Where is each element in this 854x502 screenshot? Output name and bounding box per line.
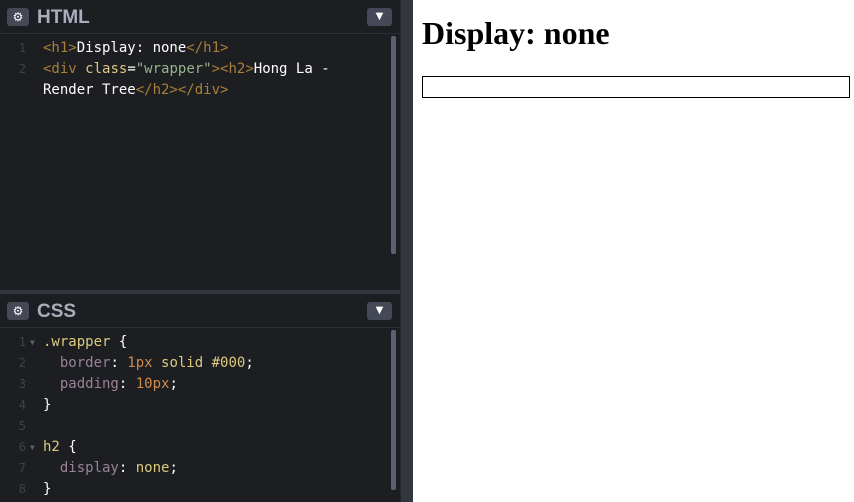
- code-text: h2 {: [43, 437, 77, 458]
- code-token: >: [211, 61, 221, 77]
- code-token: padding: [43, 376, 119, 392]
- line-number: 2: [18, 356, 26, 370]
- code-token: solid #000: [152, 355, 246, 371]
- code-line[interactable]: 2 border: 1px solid #000;: [0, 353, 400, 374]
- chevron-down-icon[interactable]: ▼: [367, 8, 392, 26]
- html-panel-header: ⚙ HTML ▼: [0, 0, 400, 34]
- line-number: 6: [18, 440, 26, 454]
- code-line[interactable]: 2 <div class="wrapper"><h2>Hong La -: [0, 59, 400, 80]
- code-line[interactable]: 1 ▼ .wrapper {: [0, 332, 400, 353]
- result-preview: Display: none: [413, 0, 854, 502]
- code-token: ;: [169, 376, 178, 392]
- code-line[interactable]: 1 <h1>Display: none</h1>: [0, 38, 400, 59]
- gear-icon[interactable]: ⚙: [7, 8, 29, 26]
- code-token: class: [85, 61, 128, 77]
- html-panel-title: HTML: [37, 7, 90, 28]
- code-token: Render Tree: [43, 82, 136, 98]
- line-number: 5: [18, 419, 26, 433]
- code-text: <h1>Display: none</h1>: [43, 38, 228, 59]
- code-line[interactable]: 8}: [0, 479, 400, 500]
- html-code-editor[interactable]: 1 <h1>Display: none</h1> 2 <div class="wrap…: [0, 34, 400, 290]
- code-token: ;: [245, 355, 254, 371]
- code-text: display: none;: [43, 458, 178, 479]
- code-token: =: [127, 61, 136, 77]
- code-text: .wrapper {: [43, 332, 127, 353]
- line-number: 3: [18, 377, 26, 391]
- code-token: <h1>: [43, 40, 77, 56]
- code-token: "wrapper": [135, 61, 212, 77]
- code-token: </h1>: [186, 40, 229, 56]
- chevron-down-icon[interactable]: ▼: [367, 302, 392, 320]
- code-token: {: [110, 334, 128, 350]
- pane-divider[interactable]: [400, 0, 413, 502]
- code-line[interactable]: 4}: [0, 395, 400, 416]
- fold-arrow-icon[interactable]: ▼: [30, 332, 35, 353]
- code-line[interactable]: 3 padding: 10px;: [0, 374, 400, 395]
- code-token: h2: [43, 439, 60, 455]
- code-text: <div class="wrapper"><h2>Hong La -: [43, 59, 330, 80]
- css-panel-title: CSS: [37, 301, 77, 322]
- code-token: }: [43, 397, 52, 413]
- code-line[interactable]: 7 display: none;: [0, 458, 400, 479]
- line-number: 1: [18, 335, 26, 349]
- line-number: 7: [18, 461, 26, 475]
- fold-arrow-icon[interactable]: ▼: [30, 437, 35, 458]
- code-line[interactable]: 5: [0, 416, 400, 437]
- code-token: </h2></div>: [135, 82, 229, 98]
- preview-wrapper-box: [422, 76, 850, 98]
- code-token: }: [43, 481, 52, 497]
- code-token: :: [118, 460, 136, 476]
- gear-icon[interactable]: ⚙: [7, 302, 29, 320]
- code-token: display: [43, 460, 119, 476]
- code-token: {: [59, 439, 77, 455]
- code-text: }: [43, 395, 51, 416]
- code-token: ;: [169, 460, 178, 476]
- code-token: :: [118, 376, 136, 392]
- code-token: <h2>: [220, 61, 254, 77]
- css-code-editor[interactable]: 1 ▼ .wrapper {2 border: 1px solid #000; 3 p…: [0, 328, 400, 502]
- code-text: }: [43, 479, 51, 500]
- line-number: 2: [18, 62, 26, 76]
- code-token: Display: none: [76, 40, 187, 56]
- code-text: border: 1px solid #000;: [43, 353, 254, 374]
- line-number: 8: [18, 482, 26, 496]
- code-token: Hong La -: [253, 61, 330, 77]
- preview-heading: Display: none: [422, 15, 610, 51]
- code-line[interactable]: Render Tree</h2></div>: [0, 80, 400, 101]
- code-token: 10px: [135, 376, 170, 392]
- code-token: <div: [43, 61, 86, 77]
- code-token: :: [110, 355, 128, 371]
- editor-column: ⚙ HTML ▼ 1 <h1>Display: none</h1> 2 <div cl…: [0, 0, 400, 502]
- line-number: 1: [18, 41, 26, 55]
- code-token: 1px: [127, 355, 153, 371]
- code-token: .wrapper: [43, 334, 111, 350]
- code-line[interactable]: 6 ▼ h2 {: [0, 437, 400, 458]
- code-text: padding: 10px;: [43, 374, 178, 395]
- css-panel-header: ⚙ CSS ▼: [0, 294, 400, 328]
- css-editor-panel: ⚙ CSS ▼ 1 ▼ .wrapper {2 border: 1px solid …: [0, 294, 400, 502]
- line-number: 4: [18, 398, 26, 412]
- code-token: border: [43, 355, 111, 371]
- code-token: none: [135, 460, 170, 476]
- code-text: Render Tree</h2></div>: [43, 80, 228, 101]
- html-editor-panel: ⚙ HTML ▼ 1 <h1>Display: none</h1> 2 <div cl…: [0, 0, 400, 290]
